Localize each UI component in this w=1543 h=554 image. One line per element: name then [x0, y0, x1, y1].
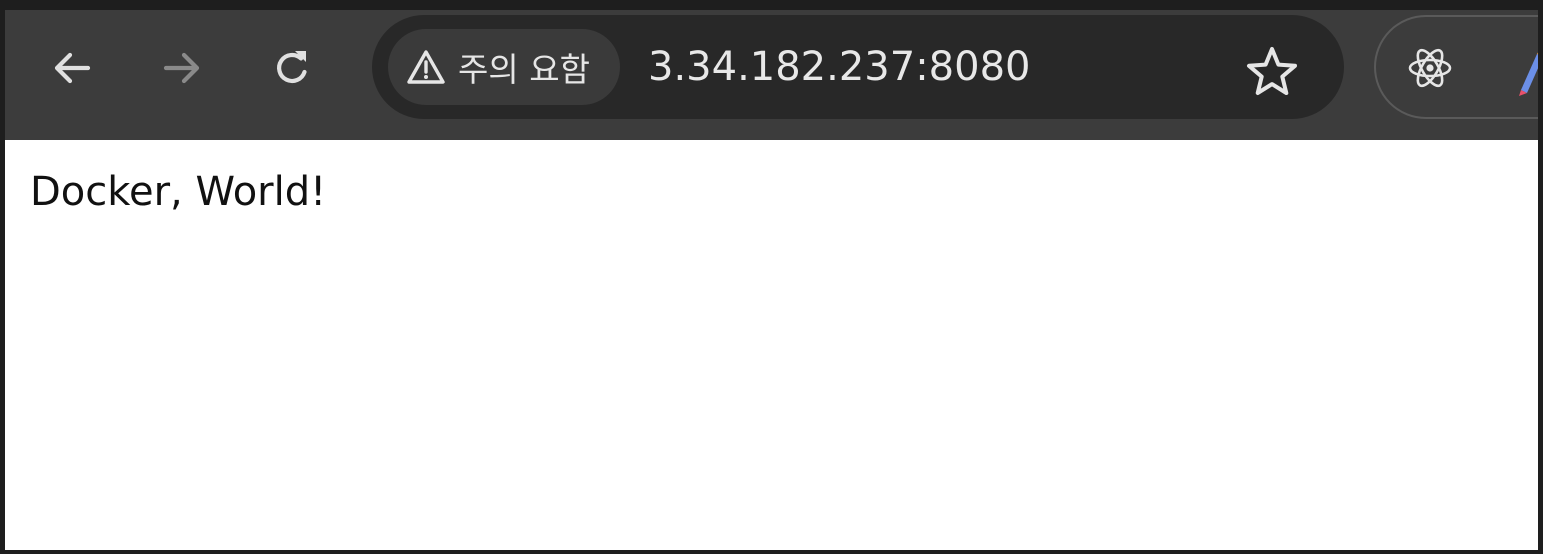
- url-text[interactable]: 3.34.182.237:8080: [648, 43, 1030, 91]
- star-icon: [1247, 47, 1297, 95]
- pen-extension-icon: [1519, 52, 1538, 96]
- reload-icon: [277, 51, 307, 84]
- page-body-text: Docker, World!: [30, 169, 327, 215]
- back-arrow-icon: [54, 52, 91, 84]
- warning-triangle-icon: [407, 50, 445, 84]
- reload-button[interactable]: [257, 38, 327, 98]
- address-bar[interactable]: 주의 요함 3.34.182.237:8080: [372, 15, 1344, 119]
- back-button[interactable]: [37, 38, 107, 98]
- browser-window: 주의 요함 3.34.182.237:8080 Docker, World!: [5, 10, 1538, 550]
- forward-arrow-icon: [163, 52, 200, 84]
- security-warning-label: 주의 요함: [458, 50, 590, 89]
- browser-toolbar: 주의 요함 3.34.182.237:8080: [5, 10, 1538, 140]
- forward-button[interactable]: [147, 38, 217, 98]
- bookmark-button[interactable]: [1244, 43, 1300, 99]
- page-viewport: Docker, World!: [5, 140, 1538, 550]
- pen-extension-button[interactable]: [1507, 46, 1538, 96]
- site-security-chip[interactable]: 주의 요함: [388, 29, 620, 105]
- react-devtools-button[interactable]: [1400, 38, 1460, 98]
- react-devtools-icon: [1408, 48, 1452, 88]
